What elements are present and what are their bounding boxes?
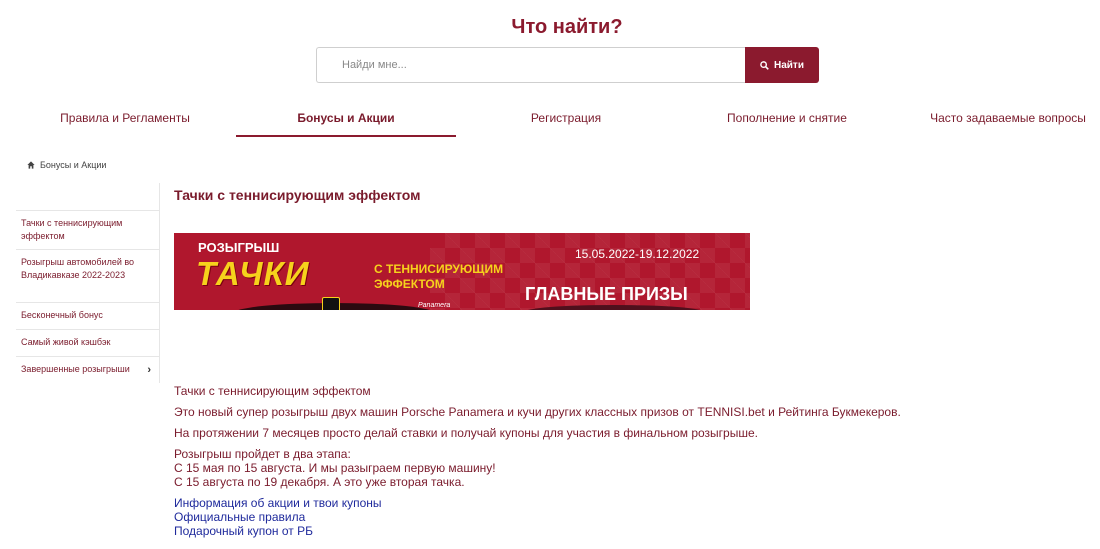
page-title: Тачки с теннисирующим эффектом [174,187,421,203]
paragraph: С 15 августа по 19 декабря. А это уже вт… [174,475,465,489]
chevron-right-icon: › [147,364,151,376]
sidebar: Тачки с теннисирующим эффектом Розыгрыш … [16,183,160,383]
paragraph: С 15 мая по 15 августа. И мы разыграем п… [174,461,496,475]
tab-bonuses[interactable]: Бонусы и Акции [236,100,456,137]
banner-subline-2: ЭФФЕКТОМ [374,277,445,291]
tab-registration[interactable]: Регистрация [466,100,666,136]
tab-rules[interactable]: Правила и Регламенты [25,100,225,136]
search-icon [760,60,769,70]
porsche-logo-icon [322,297,340,310]
breadcrumb: Бонусы и Акции [27,160,106,170]
promo-banner[interactable]: РОЗЫГРЫШ ТАЧКИ С ТЕННИСИРУЮЩИМ ЭФФЕКТОМ … [174,233,750,310]
banner-prizes: ГЛАВНЫЕ ПРИЗЫ [525,284,688,304]
paragraph: На протяжении 7 месяцев просто делай ста… [174,426,758,440]
banner-dates: 15.05.2022-19.12.2022 [575,247,700,261]
banner-headline: ТАЧКИ [196,255,310,292]
sidebar-item-cashback[interactable]: Самый живой кэшбэк [16,329,159,355]
breadcrumb-item[interactable]: Бонусы и Акции [40,160,106,170]
search-bar: Найти [316,47,819,83]
paragraph: Это новый супер розыгрыш двух машин Pors… [174,405,901,419]
page-heading: Что найти? [511,16,623,38]
promo-description: Тачки с теннисирующим эффектом Это новый… [174,384,901,538]
banner-subline-1: С ТЕННИСИРУЮЩИМ [374,262,504,276]
tab-deposit-withdrawal[interactable]: Пополнение и снятие [687,100,887,136]
sidebar-item-label: Завершенные розыгрыши [21,364,130,374]
panamera-logo: Panamera [418,302,451,309]
intro-title: Тачки с теннисирующим эффектом [174,384,371,398]
main-nav: Правила и Регламенты Бонусы и Акции Реги… [0,100,1100,137]
tab-faq[interactable]: Часто задаваемые вопросы [908,100,1100,136]
search-button[interactable]: Найти [745,47,819,83]
sidebar-item-tachki[interactable]: Тачки с теннисирующим эффектом [16,210,159,249]
search-button-label: Найти [774,59,804,71]
sidebar-item-finished[interactable]: Завершенные розыгрыши › [16,356,159,382]
gift-coupon-link[interactable]: Подарочный купон от РБ [174,524,901,538]
sidebar-item-vladikavkaz[interactable]: Розыгрыш автомобилей во Владикавказе 202… [16,249,159,288]
search-input[interactable] [316,47,745,83]
sidebar-item-infinite-bonus[interactable]: Бесконечный бонус [16,302,159,328]
promo-info-link[interactable]: Информация об акции и твои купоны [174,496,901,510]
paragraph: Розыгрыш пройдет в два этапа: [174,447,351,461]
official-rules-link[interactable]: Официальные правила [174,510,901,524]
banner-raffle-label: РОЗЫГРЫШ [198,240,280,255]
home-icon[interactable] [27,161,35,169]
banner-subline: С ТЕННИСИРУЮЩИМ ЭФФЕКТОМ [374,262,503,292]
